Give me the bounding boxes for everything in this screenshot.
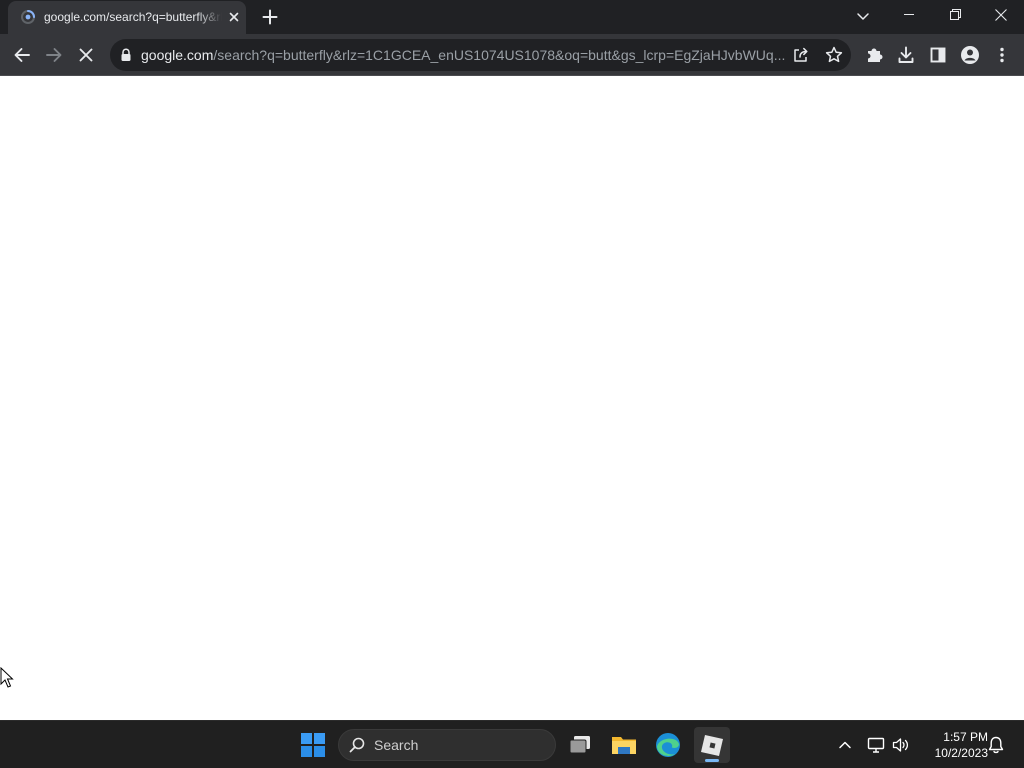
volume-icon[interactable]: [891, 735, 911, 755]
forward-arrow-icon[interactable]: [40, 41, 68, 69]
url-path: /search?q=butterfly&rlz=1C1GCEA_enUS1074…: [213, 47, 786, 63]
show-hidden-icons-chevron-icon[interactable]: [835, 735, 855, 755]
mouse-cursor-icon: [0, 667, 14, 688]
close-window-icon[interactable]: [978, 0, 1024, 30]
address-bar[interactable]: google.com/search?q=butterfly&rlz=1C1GCE…: [110, 39, 851, 71]
search-icon: [349, 737, 365, 753]
file-explorer-button[interactable]: [606, 727, 642, 763]
tab-title: google.com/search?q=butterfly&rlz=1C1GCE…: [44, 10, 222, 24]
browser-toolbar: google.com/search?q=butterfly&rlz=1C1GCE…: [0, 34, 1024, 76]
tab-search-chevron-icon[interactable]: [852, 5, 874, 27]
back-arrow-icon[interactable]: [8, 41, 36, 69]
taskbar-search-label: Search: [374, 737, 419, 753]
profile-avatar-icon[interactable]: [956, 41, 984, 69]
download-icon[interactable]: [892, 41, 920, 69]
menu-kebab-icon[interactable]: [988, 41, 1016, 69]
bookmark-star-icon[interactable]: [824, 45, 844, 65]
file-explorer-folder-icon: [612, 737, 636, 754]
clock-date: 10/2/2023: [934, 746, 988, 760]
restore-icon[interactable]: [932, 0, 978, 30]
stop-loading-icon[interactable]: [72, 41, 100, 69]
clock-time: 1:57 PM: [943, 730, 988, 744]
browser-tab[interactable]: google.com/search?q=butterfly&rlz=1C1GCE…: [8, 1, 246, 34]
windows-start-icon[interactable]: [296, 727, 330, 763]
url-text[interactable]: google.com/search?q=butterfly&rlz=1C1GCE…: [141, 47, 789, 65]
page-content[interactable]: [0, 77, 1024, 720]
share-icon[interactable]: [791, 45, 811, 65]
taskbar-clock[interactable]: 1:57 PM 10/2/2023: [918, 729, 988, 761]
url-host: google.com: [141, 47, 214, 63]
lock-icon[interactable]: [120, 48, 132, 62]
tab-strip: google.com/search?q=butterfly&rlz=1C1GCE…: [0, 0, 1024, 34]
roblox-icon: [701, 735, 723, 756]
task-view-icon: [569, 736, 590, 754]
notifications-bell-icon[interactable]: [986, 735, 1006, 755]
edge-browser-button[interactable]: [650, 727, 686, 763]
extensions-puzzle-icon[interactable]: [860, 41, 888, 69]
windows-taskbar: Search 1:57 PM 10/2/2023: [0, 720, 1024, 768]
edge-icon: [656, 733, 680, 757]
minimize-icon[interactable]: [886, 0, 932, 30]
roblox-button[interactable]: [694, 727, 730, 763]
side-panel-icon[interactable]: [924, 41, 952, 69]
task-view-button[interactable]: [563, 727, 599, 763]
tab-close-icon[interactable]: [226, 9, 242, 25]
taskbar-search-box[interactable]: Search: [338, 729, 556, 761]
network-icon[interactable]: [866, 735, 886, 755]
new-tab-icon[interactable]: [258, 5, 282, 29]
loading-favicon-icon: [21, 10, 35, 24]
active-app-indicator: [705, 759, 719, 762]
